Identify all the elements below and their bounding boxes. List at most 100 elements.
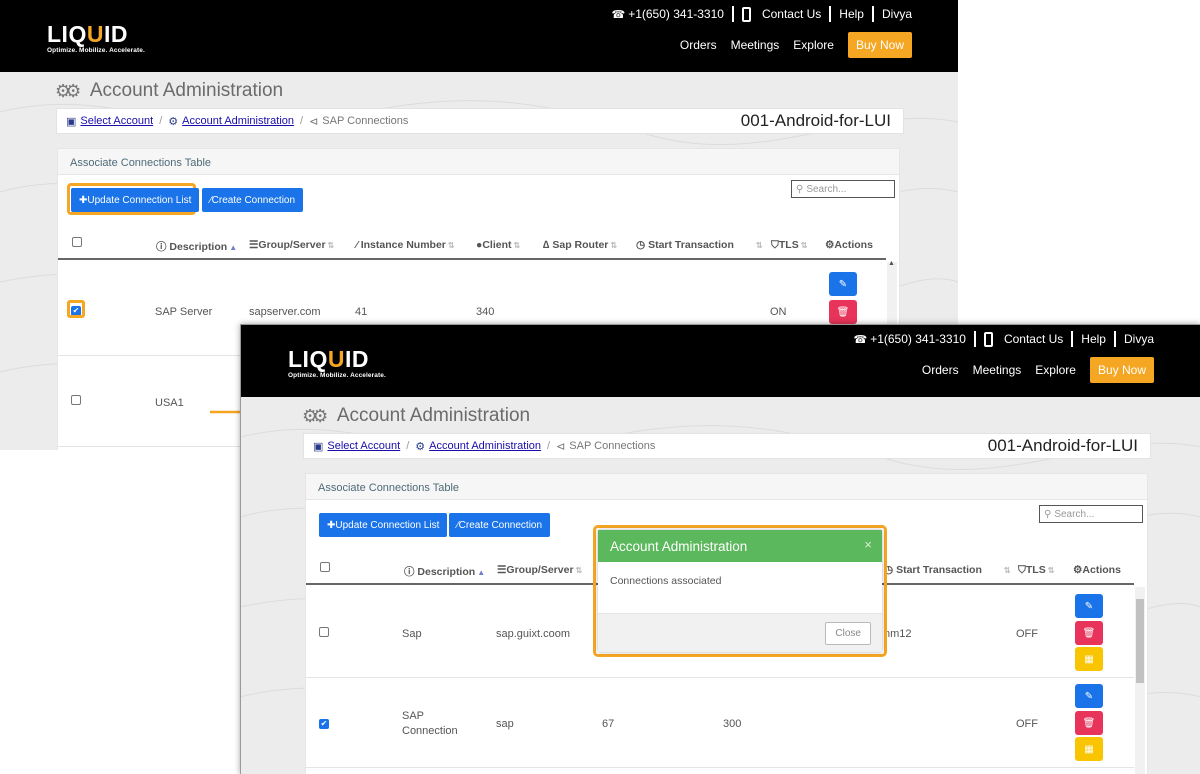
qr-code-button[interactable]: ▦ — [1075, 737, 1103, 761]
scrollbar-thumb[interactable] — [1136, 599, 1144, 683]
user-menu[interactable]: Divya — [1124, 332, 1154, 346]
create-connection-button[interactable]: ⁄ Create Connection — [202, 188, 304, 212]
edit-button[interactable]: ✎ — [1075, 594, 1103, 618]
col-start-transaction[interactable]: ◷ Start Transaction ⇅ — [884, 564, 1011, 576]
alert-modal: Account Administration × Connections ass… — [598, 530, 882, 652]
utility-links: ☎ +1(650) 341-3310 Contact Us Help Divya — [611, 6, 912, 22]
select-all-checkbox[interactable] — [72, 237, 82, 247]
update-connection-list-button[interactable]: ✚ Update Connection List — [319, 513, 448, 537]
help-link[interactable]: Help — [1081, 332, 1106, 346]
col-group-server[interactable]: ☰Group/Server ⇅ — [497, 564, 582, 576]
shield-icon: ⛉ — [771, 239, 779, 251]
utility-links: ☎ +1(650) 341-3310 Contact Us Help Divya — [853, 331, 1154, 347]
update-connection-list-button[interactable]: ✚ Update Connection List — [71, 188, 200, 212]
modal-close-icon[interactable]: × — [864, 537, 872, 552]
col-actions: ⚙Actions — [825, 239, 873, 251]
create-connection-button[interactable]: ⁄ Create Connection — [449, 513, 551, 537]
delete-button[interactable]: 🗑 — [829, 300, 857, 324]
scroll-up-icon: ▲ — [888, 260, 895, 267]
pencil-icon: ✎ — [838, 278, 848, 290]
account-name: 001-Android-for-LUI — [740, 111, 891, 130]
wand-icon: ⁄ — [356, 239, 358, 251]
buy-now-button[interactable]: Buy Now — [1089, 357, 1154, 383]
edit-button[interactable]: ✎ — [1075, 684, 1103, 708]
gear-icon: ⚙ — [1073, 564, 1083, 576]
qr-code-button[interactable]: ▦ — [1075, 647, 1103, 671]
modal-footer: Close — [598, 614, 882, 652]
select-all-checkbox[interactable] — [320, 562, 330, 572]
gears-icon: ⚙ — [168, 115, 179, 128]
search-icon: ⚲ — [796, 183, 804, 195]
breadcrumb-account-admin[interactable]: Account Administration — [429, 440, 541, 452]
plus-icon: ✚ — [327, 519, 336, 531]
user-menu[interactable]: Divya — [882, 7, 912, 21]
top-navbar: LIQUID Optimize. Mobilize. Accelerate. ☎… — [241, 325, 1200, 397]
col-description[interactable]: ⓘ Description ▲ — [156, 239, 237, 254]
list-icon: ☰ — [497, 564, 507, 576]
pencil-icon: ✎ — [1084, 600, 1094, 612]
nav-orders[interactable]: Orders — [922, 363, 959, 377]
search-input[interactable]: ⚲ Search... — [1039, 505, 1143, 523]
clock-icon: ◷ — [636, 239, 646, 251]
contact-us-link[interactable]: Contact Us — [762, 7, 821, 21]
breadcrumb-current: SAP Connections — [569, 440, 656, 452]
row-checkbox[interactable] — [319, 627, 329, 637]
table-row: ✔ SAP Connection sap 67 300 OFF ✎ 🗑 ▦ — [306, 678, 1134, 768]
buy-now-button[interactable]: Buy Now — [847, 32, 912, 58]
search-icon: ⚲ — [1044, 508, 1052, 520]
nav-explore[interactable]: Explore — [793, 38, 834, 52]
gear-icon: ⚙ — [825, 239, 835, 251]
row-checkbox[interactable]: ✔ — [319, 719, 329, 729]
nav-meetings[interactable]: Meetings — [731, 38, 780, 52]
mobile-icon — [741, 6, 751, 22]
col-group-server[interactable]: ☰Group/Server ⇅ — [249, 239, 334, 251]
table-header: ⓘ Description ▲ ☰Group/Server ⇅ ⁄ Instance… — [58, 230, 886, 260]
main-nav: Orders Meetings Explore Buy Now — [908, 357, 1154, 383]
modal-message: Connections associated — [598, 562, 882, 614]
breadcrumb-current: SAP Connections — [322, 115, 409, 127]
col-client[interactable]: ●Client ⇅ — [476, 239, 520, 251]
col-sap-router[interactable]: ∆ Sap Router ⇅ — [543, 239, 617, 251]
info-icon: ⓘ — [404, 566, 415, 578]
qr-code-icon: ▦ — [1084, 743, 1094, 755]
row-checkbox[interactable] — [71, 395, 81, 405]
col-start-transaction[interactable]: ◷ Start Transaction ⇅ — [636, 239, 763, 251]
liquid-logo[interactable]: LIQUID Optimize. Mobilize. Accelerate. — [47, 23, 145, 55]
col-instance-number[interactable]: ⁄ Instance Number ⇅ — [356, 239, 455, 251]
col-actions: ⚙Actions — [1073, 564, 1121, 576]
connections-panel: Associate Connections Table ✚ Update Conn… — [305, 473, 1148, 774]
modal-header: Account Administration × — [598, 530, 882, 562]
nav-explore[interactable]: Explore — [1035, 363, 1076, 377]
share-icon: ⊲ — [309, 115, 319, 128]
nav-meetings[interactable]: Meetings — [973, 363, 1022, 377]
trash-icon: 🗑 — [1082, 627, 1096, 639]
breadcrumb-select-account[interactable]: Select Account — [80, 115, 153, 127]
search-input[interactable]: ⚲ Search... — [791, 180, 895, 198]
table-scrollbar[interactable] — [1135, 587, 1145, 774]
col-description[interactable]: ⓘ Description ▲ — [404, 564, 485, 579]
pencil-icon: ✎ — [1084, 690, 1094, 702]
page-title: ⚙⚙ Account Administration — [302, 405, 531, 426]
account-name: 001-Android-for-LUI — [987, 436, 1138, 455]
mobile-icon — [983, 331, 993, 347]
nav-orders[interactable]: Orders — [680, 38, 717, 52]
modal-close-button[interactable]: Close — [825, 622, 871, 645]
info-icon: ⓘ — [156, 241, 167, 253]
contact-us-link[interactable]: Contact Us — [1004, 332, 1063, 346]
phone-icon: ☎ — [611, 8, 626, 21]
phone-number[interactable]: +1(650) 341-3310 — [870, 332, 966, 346]
help-link[interactable]: Help — [839, 7, 864, 21]
liquid-logo[interactable]: LIQUID Optimize. Mobilize. Accelerate. — [288, 348, 386, 380]
col-tls[interactable]: ⛉TLS ⇅ — [1018, 564, 1054, 577]
list-icon: ☰ — [249, 239, 259, 251]
briefcase-icon: ▣ — [66, 115, 77, 128]
edit-button[interactable]: ✎ — [829, 272, 857, 296]
delete-button[interactable]: 🗑 — [1075, 621, 1103, 645]
phone-number[interactable]: +1(650) 341-3310 — [628, 7, 724, 21]
breadcrumb-select-account[interactable]: Select Account — [327, 440, 400, 452]
delete-button[interactable]: 🗑 — [1075, 711, 1103, 735]
col-tls[interactable]: ⛉TLS ⇅ — [771, 239, 807, 252]
breadcrumb-account-admin[interactable]: Account Administration — [182, 115, 294, 127]
page-title: ⚙⚙ Account Administration — [55, 80, 284, 101]
trash-icon: 🗑 — [1082, 717, 1096, 729]
